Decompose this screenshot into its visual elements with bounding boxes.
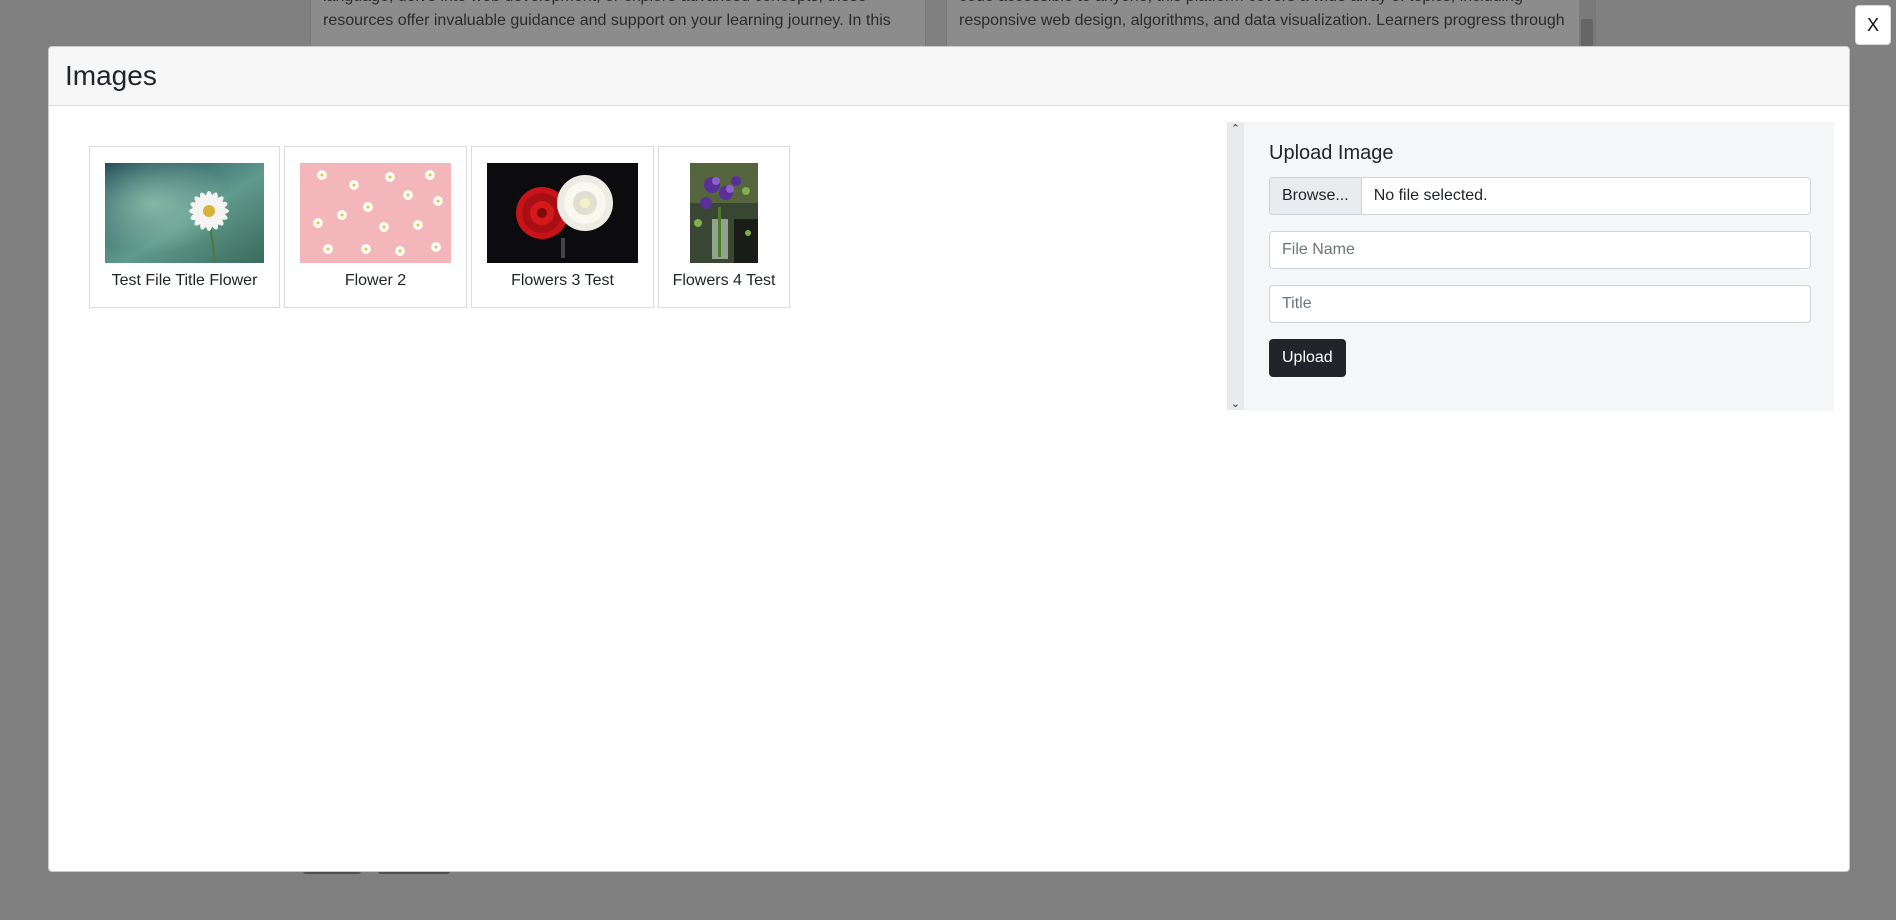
image-card[interactable]: Flower 2 bbox=[284, 146, 467, 308]
image-caption: Flowers 4 Test bbox=[672, 272, 776, 289]
panel-scrollbar[interactable]: ⌃ ⌄ bbox=[1227, 122, 1244, 410]
dahlia-image bbox=[487, 163, 638, 263]
modal-title: Images bbox=[65, 60, 157, 91]
scroll-up-icon[interactable]: ⌃ bbox=[1227, 122, 1244, 135]
image-caption: Test File Title Flower bbox=[111, 272, 258, 289]
image-card[interactable]: Flowers 4 Test bbox=[658, 146, 790, 308]
close-button[interactable]: X bbox=[1855, 5, 1891, 45]
image-card[interactable]: Test File Title Flower bbox=[89, 146, 280, 308]
upload-title: Upload Image bbox=[1269, 142, 1394, 164]
background-text-right: tutorials, and certifications, all avail… bbox=[959, 0, 1565, 29]
background-text-left: styles and skill levels. Whether you're … bbox=[323, 0, 891, 29]
scroll-down-icon[interactable]: ⌄ bbox=[1227, 397, 1244, 410]
image-gallery: Test File Title Flower Flower 2 Flowers … bbox=[89, 146, 790, 308]
daisy-image bbox=[105, 163, 264, 263]
modal-header: Images bbox=[49, 47, 1849, 106]
browse-button[interactable]: Browse... bbox=[1270, 178, 1362, 214]
file-status: No file selected. bbox=[1373, 187, 1488, 204]
file-name-input[interactable] bbox=[1269, 231, 1811, 269]
image-card[interactable]: Flowers 3 Test bbox=[471, 146, 654, 308]
pink-flowers-image bbox=[300, 163, 451, 263]
upload-panel: ⌃ ⌄ Upload Image Browse... No file selec… bbox=[1227, 122, 1834, 410]
title-input[interactable] bbox=[1269, 285, 1811, 323]
upload-button[interactable]: Upload bbox=[1269, 339, 1346, 377]
upload-form: Upload Image Browse... No file selected.… bbox=[1269, 142, 1811, 377]
image-caption: Flower 2 bbox=[344, 272, 407, 289]
file-input[interactable]: Browse... No file selected. bbox=[1269, 177, 1811, 215]
images-modal: Images Test File Title Flower Flower 2 F… bbox=[48, 46, 1850, 872]
vase-flowers-image bbox=[690, 163, 758, 263]
image-caption: Flowers 3 Test bbox=[511, 272, 614, 289]
